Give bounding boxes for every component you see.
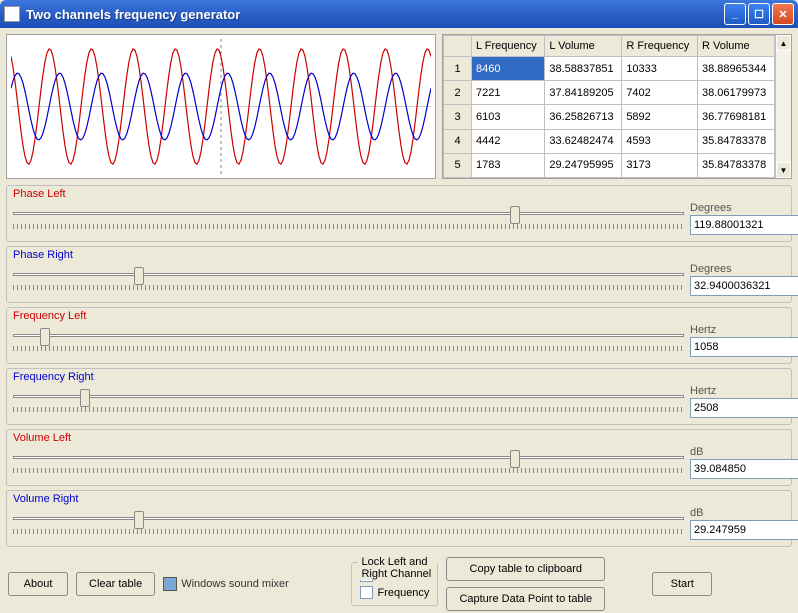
maximize-button[interactable]: ☐ — [748, 3, 770, 25]
row-header: 3 — [444, 105, 472, 129]
freq-left-unit: Hertz — [690, 324, 785, 336]
cell-l-frequency[interactable]: 1783 — [472, 153, 545, 177]
freq-left-slider[interactable] — [13, 324, 684, 348]
phase-right-label: Phase Right — [13, 249, 785, 261]
table-row[interactable]: 3 6103 36.25826713 5892 36.77698181 — [444, 105, 775, 129]
table-row[interactable]: 2 7221 37.84189205 7402 38.06179973 — [444, 81, 775, 105]
slider-thumb[interactable] — [510, 450, 520, 468]
app-icon — [4, 6, 20, 22]
scroll-up-icon[interactable]: ▲ — [776, 35, 791, 51]
cell-l-frequency[interactable]: 6103 — [472, 105, 545, 129]
slider-thumb[interactable] — [80, 389, 90, 407]
mixer-label: Windows sound mixer — [181, 578, 289, 590]
slider-thumb[interactable] — [40, 328, 50, 346]
cell-l-frequency[interactable]: 7221 — [472, 81, 545, 105]
data-table-panel: L Frequency L Volume R Frequency R Volum… — [442, 34, 792, 179]
phase-left-group: Phase Left Degrees — [6, 185, 792, 242]
cell-r-frequency[interactable]: 7402 — [622, 81, 698, 105]
sound-mixer-link[interactable]: Windows sound mixer — [163, 577, 289, 591]
cell-r-frequency[interactable]: 10333 — [622, 57, 698, 81]
phase-left-unit: Degrees — [690, 202, 785, 214]
freq-right-slider[interactable] — [13, 385, 684, 409]
copy-table-button[interactable]: Copy table to clipboard — [446, 557, 605, 581]
cell-r-frequency[interactable]: 3173 — [622, 153, 698, 177]
scroll-down-icon[interactable]: ▼ — [776, 162, 791, 178]
slider-thumb[interactable] — [134, 511, 144, 529]
table-corner — [444, 36, 472, 57]
row-header: 2 — [444, 81, 472, 105]
table-row[interactable]: 5 1783 29.24795995 3173 35.84783378 — [444, 153, 775, 177]
row-header: 4 — [444, 129, 472, 153]
vol-left-label: Volume Left — [13, 432, 785, 444]
phase-left-slider[interactable] — [13, 202, 684, 226]
vol-left-group: Volume Left dB ▲▼ — [6, 429, 792, 486]
vol-left-slider[interactable] — [13, 446, 684, 470]
cell-l-volume[interactable]: 36.25826713 — [545, 105, 622, 129]
vol-left-input[interactable] — [690, 459, 798, 479]
checkbox-icon — [360, 586, 373, 599]
freq-right-group: Frequency Right Hertz ▲▼ — [6, 368, 792, 425]
row-header: 1 — [444, 57, 472, 81]
freq-left-label: Frequency Left — [13, 310, 785, 322]
cell-l-volume[interactable]: 38.58837851 — [545, 57, 622, 81]
cell-r-frequency[interactable]: 5892 — [622, 105, 698, 129]
cell-l-volume[interactable]: 37.84189205 — [545, 81, 622, 105]
lock-group-title: Lock Left and Right Channel — [358, 556, 437, 580]
col-l-volume[interactable]: L Volume — [545, 36, 622, 57]
freq-left-group: Frequency Left Hertz ▲▼ — [6, 307, 792, 364]
freq-left-input[interactable] — [690, 337, 798, 357]
cell-r-volume[interactable]: 38.88965344 — [697, 57, 774, 81]
phase-left-label: Phase Left — [13, 188, 785, 200]
vol-right-label: Volume Right — [13, 493, 785, 505]
phase-left-input[interactable] — [690, 215, 798, 235]
row-header: 5 — [444, 153, 472, 177]
table-row[interactable]: 4 4442 33.62482474 4593 35.84783378 — [444, 129, 775, 153]
cell-r-volume[interactable]: 38.06179973 — [697, 81, 774, 105]
lock-frequency-checkbox[interactable]: Frequency — [360, 586, 429, 599]
freq-right-label: Frequency Right — [13, 371, 785, 383]
cell-l-volume[interactable]: 33.62482474 — [545, 129, 622, 153]
phase-right-slider[interactable] — [13, 263, 684, 287]
titlebar: Two channels frequency generator _ ☐ ✕ — [0, 0, 798, 28]
cell-r-volume[interactable]: 35.84783378 — [697, 129, 774, 153]
minimize-button[interactable]: _ — [724, 3, 746, 25]
cell-l-volume[interactable]: 29.24795995 — [545, 153, 622, 177]
window-title: Two channels frequency generator — [26, 7, 724, 22]
cell-r-volume[interactable]: 36.77698181 — [697, 105, 774, 129]
slider-thumb[interactable] — [510, 206, 520, 224]
freq-right-input[interactable] — [690, 398, 798, 418]
cell-l-frequency[interactable]: 4442 — [472, 129, 545, 153]
waveform-panel — [6, 34, 436, 179]
cell-l-frequency[interactable]: 8460 — [472, 57, 545, 81]
freq-right-unit: Hertz — [690, 385, 785, 397]
col-r-frequency[interactable]: R Frequency — [622, 36, 698, 57]
cell-r-volume[interactable]: 35.84783378 — [697, 153, 774, 177]
vol-left-unit: dB — [690, 446, 785, 458]
vol-right-input[interactable] — [690, 520, 798, 540]
col-r-volume[interactable]: R Volume — [697, 36, 774, 57]
mixer-icon — [163, 577, 177, 591]
start-button[interactable]: Start — [652, 572, 712, 596]
clear-table-button[interactable]: Clear table — [76, 572, 155, 596]
lock-channel-group: Lock Left and Right Channel Volume Frequ… — [351, 562, 438, 606]
phase-right-unit: Degrees — [690, 263, 785, 275]
table-row[interactable]: 1 8460 38.58837851 10333 38.88965344 — [444, 57, 775, 81]
about-button[interactable]: About — [8, 572, 68, 596]
table-scrollbar[interactable]: ▲ ▼ — [775, 35, 791, 178]
data-table[interactable]: L Frequency L Volume R Frequency R Volum… — [443, 35, 775, 178]
vol-right-slider[interactable] — [13, 507, 684, 531]
slider-thumb[interactable] — [134, 267, 144, 285]
capture-datapoint-button[interactable]: Capture Data Point to table — [446, 587, 605, 611]
waveform-canvas — [11, 39, 431, 174]
col-l-frequency[interactable]: L Frequency — [472, 36, 545, 57]
vol-right-unit: dB — [690, 507, 785, 519]
cell-r-frequency[interactable]: 4593 — [622, 129, 698, 153]
vol-right-group: Volume Right dB ▲▼ — [6, 490, 792, 547]
close-button[interactable]: ✕ — [772, 3, 794, 25]
phase-right-group: Phase Right Degrees — [6, 246, 792, 303]
phase-right-input[interactable] — [690, 276, 798, 296]
